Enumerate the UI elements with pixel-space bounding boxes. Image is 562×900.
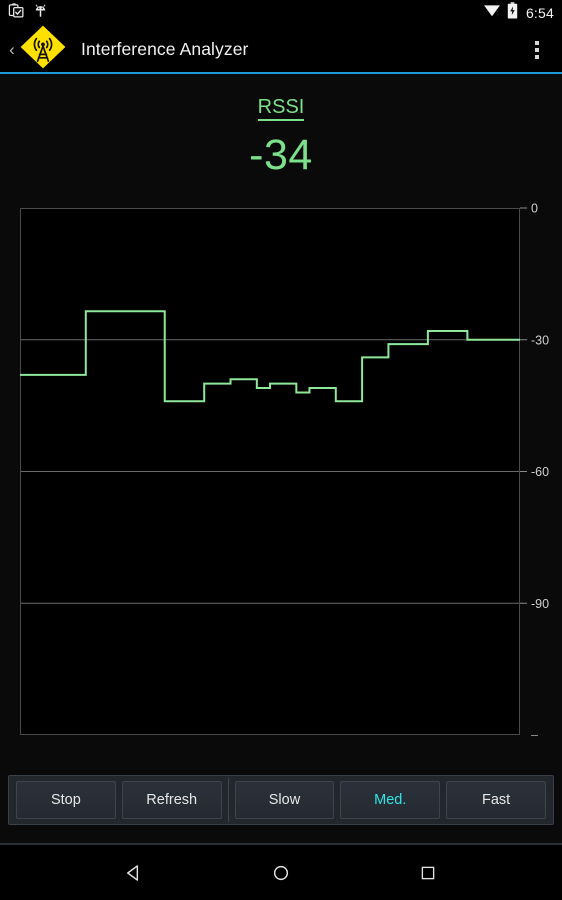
y-axis-extra-tick-label: – [531,728,538,742]
page-title: Interference Analyzer [81,39,249,59]
status-bar: 6:54 [0,0,562,26]
app-screen: 6:54 ‹ Interference Analyzer RSSI -34 0 … [0,0,562,900]
wifi-warning-icon [483,3,501,23]
refresh-button[interactable]: Refresh [121,781,222,819]
fast-button[interactable]: Fast [446,781,546,819]
rssi-label: RSSI [257,96,305,121]
button-label: Med. [374,792,407,808]
back-navigation-icon[interactable]: ‹ [4,41,20,58]
stop-button[interactable]: Stop [16,781,116,819]
interference-analyzer-logo-icon[interactable] [19,24,67,75]
button-label: Stop [50,792,81,808]
medium-button[interactable]: Med. [340,781,441,819]
nav-back-button[interactable] [104,852,164,894]
nav-recents-button[interactable] [398,852,458,894]
nav-home-button[interactable] [251,852,311,894]
overflow-dot [535,40,539,45]
y-axis-tick-label: 0 [531,202,538,216]
overflow-menu-icon[interactable] [535,40,540,59]
y-axis-tick-label: -30 [531,333,549,347]
battery-charging-icon [507,2,518,24]
rssi-readout: RSSI -34 [0,74,562,177]
overflow-dot [535,54,539,59]
button-label: Slow [268,792,301,808]
rssi-value: -34 [249,131,313,179]
rssi-chart: 0 -30 -60 -90 – [0,200,562,748]
slow-button[interactable]: Slow [234,781,335,819]
clipboard-check-icon [8,2,25,24]
overflow-dot [535,47,539,52]
status-bar-clock: 6:54 [525,5,554,21]
status-bar-left-icons [8,2,48,24]
rssi-chart-svg: 0 -30 -60 -90 – [20,202,549,742]
y-axis-tick-label: -60 [531,465,549,479]
status-bar-right-icons: 6:54 [483,2,554,24]
button-label: Refresh [146,792,198,808]
y-axis-tick-label: -90 [531,597,549,611]
control-button-bar: Stop Refresh Slow Med. Fast [8,775,554,825]
app-bar: ‹ Interference Analyzer [0,24,562,75]
button-label: Fast [481,792,511,808]
android-robot-icon [33,2,48,24]
android-nav-bar [0,845,562,900]
button-group-divider [227,778,229,822]
